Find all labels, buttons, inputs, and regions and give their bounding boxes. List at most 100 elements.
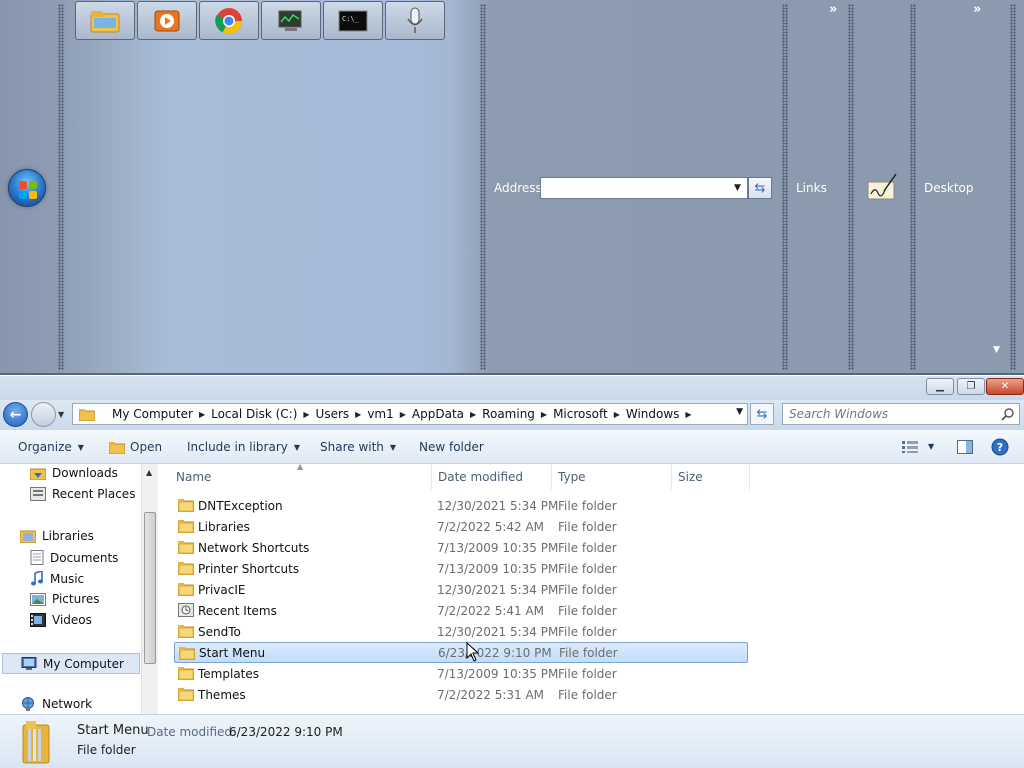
file-row[interactable]: Network Shortcuts 7/13/2009 10:35 PM File …	[174, 537, 748, 558]
preview-pane-icon	[957, 440, 973, 454]
include-in-library-button[interactable]: Include in library ▼	[187, 440, 300, 454]
address-input[interactable]	[540, 177, 748, 199]
minimize-button[interactable]: ▁	[926, 378, 954, 395]
file-row[interactable]: Start Menu 6/23/2022 9:10 PM File folder	[174, 642, 748, 663]
toolbar-grip[interactable]	[1010, 4, 1016, 370]
file-row[interactable]: Libraries 7/2/2022 5:42 AM File folder	[174, 516, 748, 537]
breadcrumb-item[interactable]: Users	[313, 407, 353, 421]
file-date-modified: 7/2/2022 5:31 AM	[437, 687, 545, 702]
sidebar-item-downloads[interactable]: Downloads	[30, 466, 118, 480]
scroll-up-icon[interactable]: ▲	[146, 468, 152, 477]
start-button[interactable]	[8, 169, 46, 207]
recent-pages-dropdown[interactable]: ▼	[58, 410, 64, 419]
file-row[interactable]: SendTo 12/30/2021 5:34 PM File folder	[174, 621, 748, 642]
chevron-right-icon[interactable]: ▶	[196, 410, 208, 419]
sidebar-item-recent-places[interactable]: Recent Places	[30, 487, 135, 501]
sidebar-item-music[interactable]: Music	[30, 571, 84, 586]
folder-icon	[177, 666, 195, 683]
chevron-down-icon: ▼	[293, 442, 301, 452]
view-options-dropdown[interactable]: ▼	[928, 442, 934, 451]
file-name: Recent Items	[198, 603, 277, 618]
chevron-right-icon[interactable]: ▶	[467, 410, 479, 419]
address-dropdown-button[interactable]: ▼	[728, 178, 747, 198]
toolbar-grip[interactable]	[782, 4, 788, 370]
file-row[interactable]: Themes 7/2/2022 5:31 AM File folder	[174, 684, 748, 705]
file-row[interactable]: PrivacIE 12/30/2021 5:34 PM File folder	[174, 579, 748, 600]
navigation-bar: ← ▼ My Computer ▶ Local Disk (C:) ▶ Users ▶…	[0, 400, 1024, 430]
help-button[interactable]: ?	[990, 438, 1010, 456]
quicklaunch-media-player-button[interactable]	[137, 1, 197, 40]
file-row[interactable]: Recent Items 7/2/2022 5:41 AM File folder	[174, 600, 748, 621]
quicklaunch-cmd-button[interactable]: C:\_	[323, 1, 383, 40]
breadcrumb-item[interactable]: Windows	[623, 407, 683, 421]
folder-icon	[177, 624, 195, 641]
chevron-right-icon[interactable]: ▶	[538, 410, 550, 419]
close-button[interactable]: ✕	[986, 378, 1024, 395]
recent-places-icon	[30, 487, 46, 501]
breadcrumb-item[interactable]: My Computer	[109, 407, 196, 421]
file-type: File folder	[558, 498, 617, 513]
address-history-dropdown[interactable]: ▼	[736, 407, 743, 417]
back-button[interactable]: ←	[3, 402, 28, 427]
refresh-icon: ⇆	[756, 406, 768, 422]
search-icon[interactable]	[1001, 407, 1015, 421]
taskbar-grip[interactable]	[58, 4, 64, 370]
search-input[interactable]	[783, 404, 983, 424]
restore-button[interactable]: ❐	[957, 378, 985, 395]
change-view-button[interactable]	[900, 438, 920, 456]
organize-button[interactable]: Organize ▼	[18, 440, 84, 454]
preview-pane-button[interactable]	[955, 438, 975, 456]
toolbar-grip[interactable]	[848, 4, 854, 370]
quicklaunch-network-button[interactable]	[261, 1, 321, 40]
file-row[interactable]: Templates 7/13/2009 10:35 PM File folder	[174, 663, 748, 684]
chevron-down-icon[interactable]: ▼	[993, 345, 1000, 355]
new-folder-button[interactable]: New folder	[419, 440, 484, 454]
refresh-button[interactable]: ⇆	[750, 403, 774, 425]
column-header-type[interactable]: Type	[552, 464, 672, 490]
column-header-name[interactable]: Name ▲	[160, 462, 432, 490]
address-go-button[interactable]: ⇆	[748, 177, 772, 199]
navigation-pane-scrollbar[interactable]: ▲	[141, 464, 158, 714]
breadcrumb-item[interactable]: vm1	[364, 407, 396, 421]
column-header-label: Name	[176, 470, 212, 484]
sidebar-item-my-computer[interactable]: My Computer	[2, 653, 140, 674]
chevron-right-icon[interactable]: ▶	[611, 410, 623, 419]
sidebar-item-pictures[interactable]: Pictures	[30, 592, 100, 606]
breadcrumb-item[interactable]: Local Disk (C:)	[208, 407, 300, 421]
new-folder-label: New folder	[419, 440, 484, 454]
file-row[interactable]: Printer Shortcuts 7/13/2009 10:35 PM File …	[174, 558, 748, 579]
signature-pad-icon[interactable]	[866, 172, 898, 202]
chevron-right-icon[interactable]: ▶	[397, 410, 409, 419]
column-header-size[interactable]: Size	[672, 464, 750, 490]
chevron-right-icon[interactable]: ▶	[352, 410, 364, 419]
links-chevron-button[interactable]: »	[829, 2, 837, 17]
breadcrumb-item[interactable]: AppData	[409, 407, 467, 421]
breadcrumb[interactable]: My Computer ▶ Local Disk (C:) ▶ Users ▶ vm1…	[72, 403, 748, 425]
quicklaunch-chrome-button[interactable]	[199, 1, 259, 40]
folder-open-icon	[109, 441, 125, 454]
sidebar-item-network[interactable]: Network	[20, 697, 92, 711]
breadcrumb-item[interactable]: Microsoft	[550, 407, 611, 421]
column-header-date-modified[interactable]: Date modified	[432, 464, 552, 490]
sidebar-item-libraries[interactable]: Libraries	[20, 529, 94, 543]
quicklaunch-speech-button[interactable]	[385, 1, 445, 40]
chevron-right-icon[interactable]: ▶	[682, 410, 694, 419]
chevron-right-icon[interactable]: ▶	[300, 410, 312, 419]
breadcrumb-item[interactable]: Roaming	[479, 407, 538, 421]
folder-explorer-icon	[90, 10, 120, 32]
window-titlebar[interactable]: ▁ ❐ ✕	[0, 376, 1024, 400]
share-with-button[interactable]: Share with ▼	[320, 440, 396, 454]
details-item-type: File folder	[77, 743, 136, 757]
sidebar-item-videos[interactable]: Videos	[30, 613, 92, 627]
toolbar-grip[interactable]	[910, 4, 916, 370]
desktop-chevron-button[interactable]: »	[973, 2, 981, 17]
file-row[interactable]: DNTException 12/30/2021 5:34 PM File folde…	[174, 495, 748, 516]
file-name: PrivacIE	[198, 582, 246, 597]
search-box[interactable]	[782, 403, 1020, 425]
scrollbar-thumb[interactable]	[144, 512, 156, 664]
open-button[interactable]: Open	[109, 440, 162, 454]
toolbar-grip[interactable]	[480, 4, 486, 370]
quicklaunch-explorer-button[interactable]	[75, 1, 135, 40]
sidebar-item-documents[interactable]: Documents	[30, 550, 118, 565]
forward-button[interactable]	[31, 402, 56, 427]
